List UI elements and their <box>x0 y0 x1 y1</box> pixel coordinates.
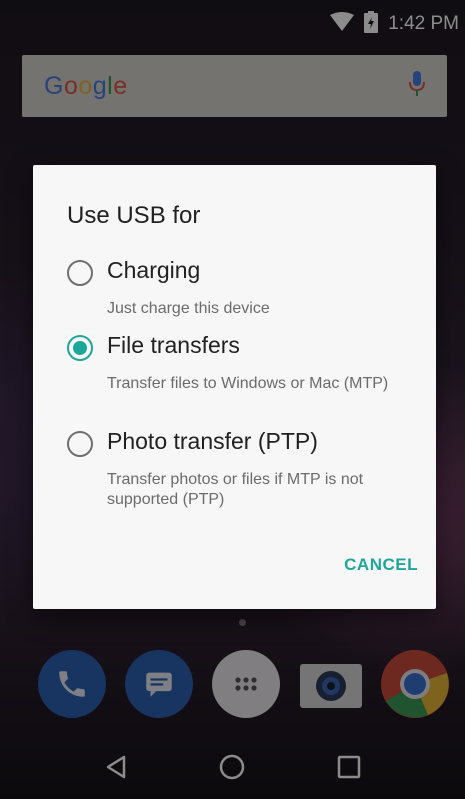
option-label: Charging <box>107 257 201 283</box>
option-label: File transfers <box>107 332 240 358</box>
usb-mode-dialog: Use USB for Charging Just charge this de… <box>33 165 436 609</box>
radio-button[interactable] <box>67 260 93 286</box>
option-description: Transfer photos or files if MTP is not s… <box>107 471 364 508</box>
radio-button-selected[interactable] <box>67 335 93 361</box>
option-description: Just charge this device <box>107 300 270 317</box>
dialog-title: Use USB for <box>67 202 201 229</box>
cancel-button[interactable]: CANCEL <box>344 555 418 575</box>
option-description: Transfer files to Windows or Mac (MTP) <box>107 375 389 392</box>
radio-button[interactable] <box>67 431 93 457</box>
option-label: Photo transfer (PTP) <box>107 428 318 454</box>
